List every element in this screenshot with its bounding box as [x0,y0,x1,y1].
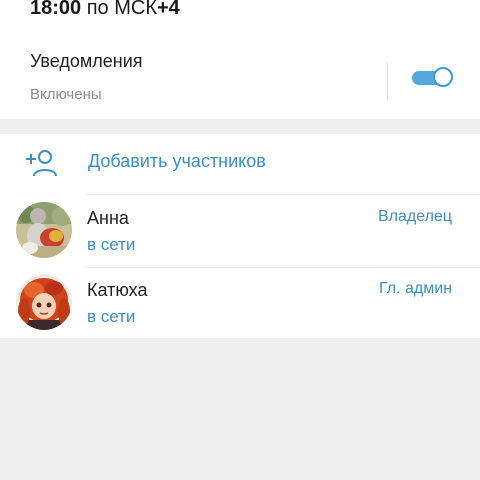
add-user-icon [26,150,57,177]
members-section: Добавить участников Анна в сети Владелец… [0,134,480,338]
divider [387,62,388,100]
group-settings-page: 18:00 по МСК+4 Уведомления Включены Доба… [0,0,480,480]
avatar [16,202,72,258]
member-name: Анна [87,208,129,228]
member-name: Катюха [87,280,148,300]
avatar-image-icon [16,202,72,258]
member-status: в сети [87,235,136,254]
member-row[interactable]: Анна в сети Владелец [0,196,480,268]
avatar-image-icon [16,274,72,330]
member-role: Владелец [377,208,452,225]
add-members-label: Добавить участников [88,151,266,171]
time-value: 18:00 [30,0,82,19]
member-role: Гл. админ [379,280,452,297]
notifications-title[interactable]: Уведомления [30,51,143,72]
settings-section: 18:00 по МСК+4 Уведомления Включены [0,0,480,119]
notifications-toggle[interactable] [412,67,454,87]
add-members-button[interactable]: Добавить участников [0,134,480,194]
divider [86,194,480,195]
timezone-offset: +4 [156,0,180,19]
notifications-status: Включены [30,86,102,103]
member-status: в сети [87,307,136,326]
toggle-knob [433,67,453,87]
member-row[interactable]: Катюха в сети Гл. админ [0,268,480,340]
local-time: 18:00 по МСК+4 [30,0,180,20]
avatar [16,274,72,330]
timezone-label: по МСК [86,0,157,19]
